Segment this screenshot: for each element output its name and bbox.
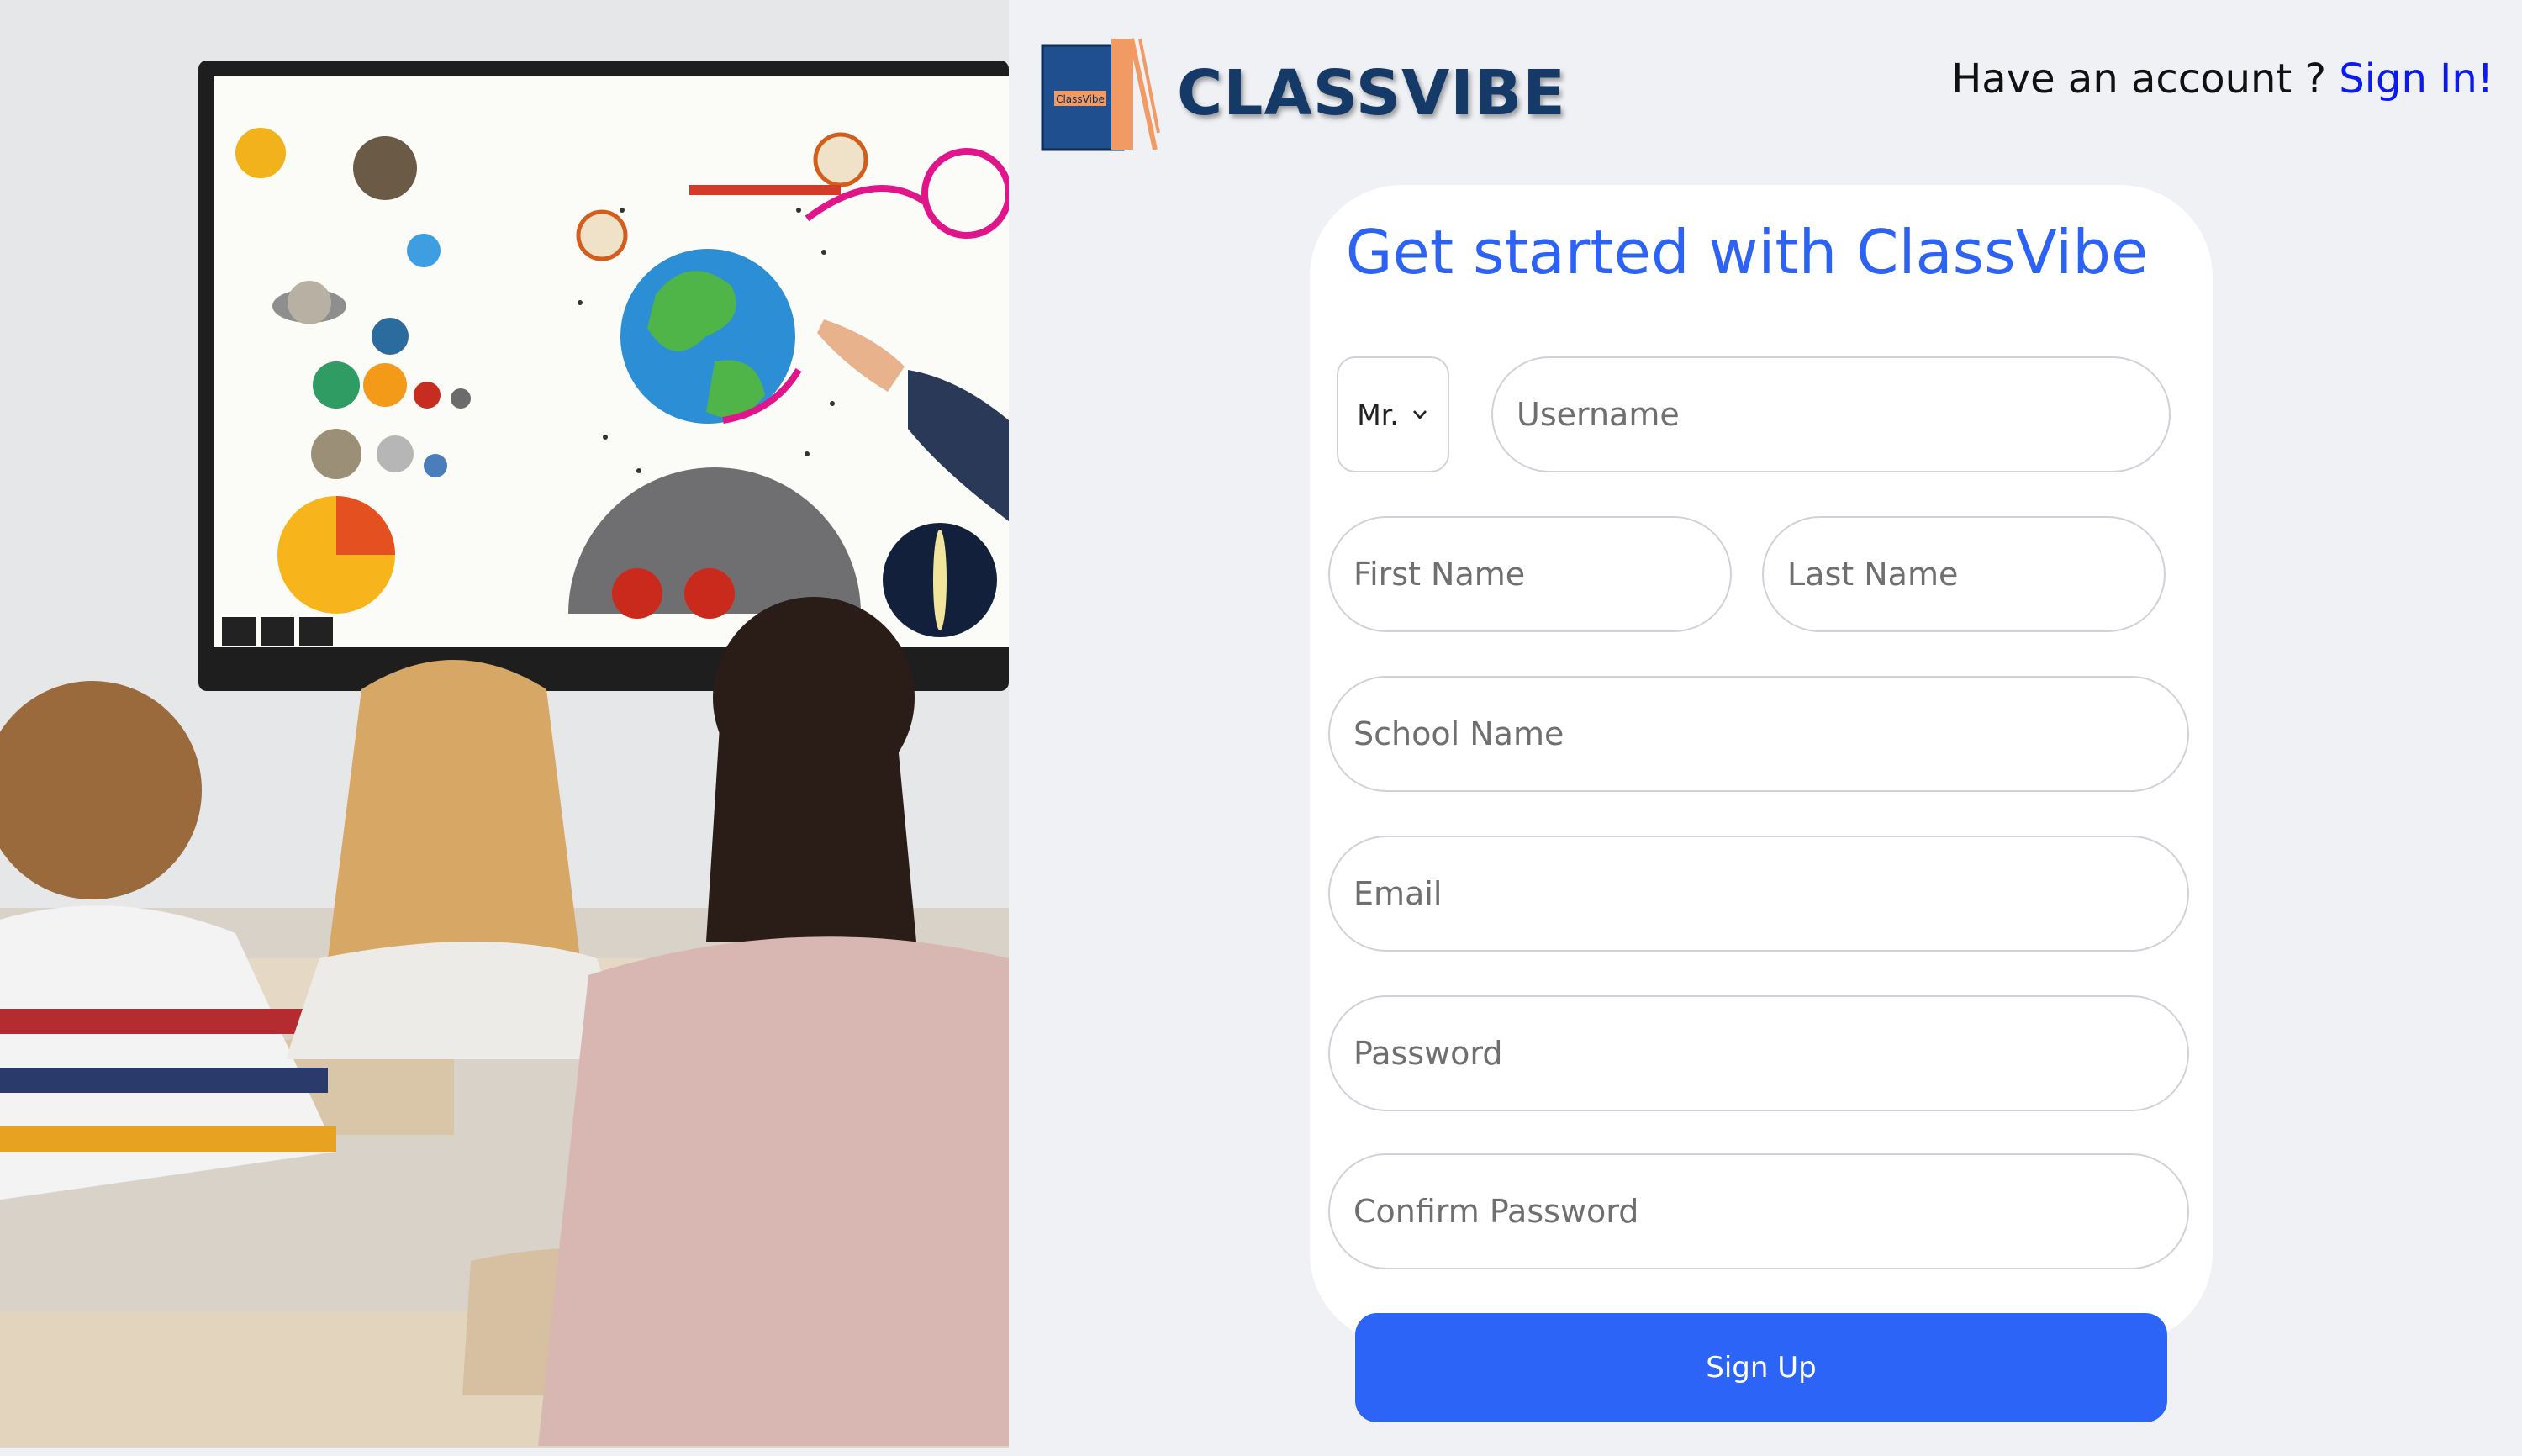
sign-in-link[interactable]: Sign In! xyxy=(2339,55,2493,103)
brand[interactable]: ClassVibe CLASSVIBE xyxy=(1037,32,1566,155)
confirm-password-input[interactable] xyxy=(1328,1153,2189,1269)
email-input[interactable] xyxy=(1328,836,2189,952)
svg-text:ClassVibe: ClassVibe xyxy=(1056,93,1105,105)
password-input[interactable] xyxy=(1328,995,2189,1111)
username-input[interactable] xyxy=(1491,356,2171,472)
sign-up-button[interactable]: Sign Up xyxy=(1355,1313,2167,1422)
brand-name: CLASSVIBE xyxy=(1177,57,1566,129)
form-title: Get started with ClassVibe xyxy=(1345,217,2149,288)
account-prompt: Have an account ? Sign In! xyxy=(1951,55,2493,103)
classroom-illustration xyxy=(0,0,1009,1448)
salutation-select[interactable]: Mr. xyxy=(1337,356,1449,472)
school-name-input[interactable] xyxy=(1328,676,2189,792)
book-logo-icon: ClassVibe xyxy=(1041,38,1160,151)
salutation-value: Mr. xyxy=(1357,398,1399,431)
account-prompt-text: Have an account ? xyxy=(1951,55,2340,103)
last-name-input[interactable] xyxy=(1762,516,2166,632)
chevron-down-icon xyxy=(1412,410,1427,419)
hero-classroom-image xyxy=(0,0,1009,1448)
first-name-input[interactable] xyxy=(1328,516,1732,632)
